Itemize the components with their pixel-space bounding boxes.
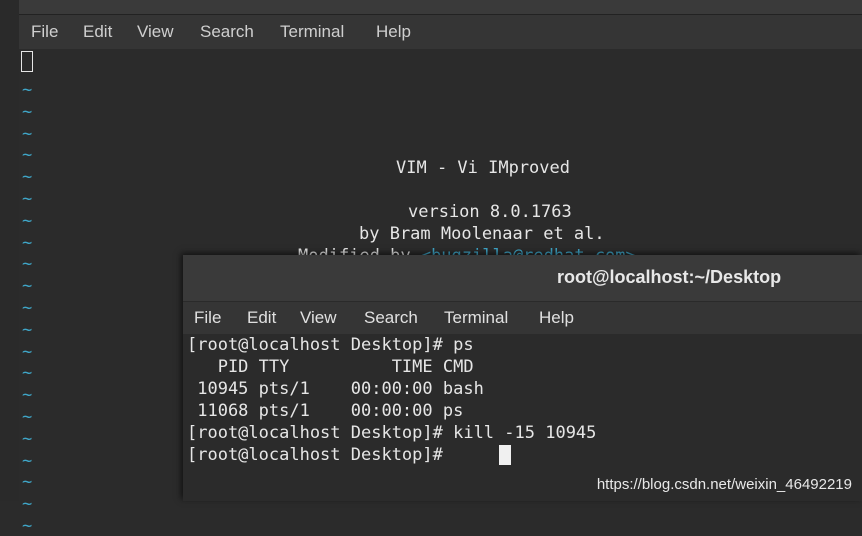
menu-help[interactable]: Help <box>539 302 574 334</box>
back-menu-edit[interactable]: Edit <box>83 15 112 49</box>
terminal-line: PID TTY TIME CMD <box>187 357 474 377</box>
terminal-line: [root@localhost Desktop]# ps <box>187 335 474 355</box>
vim-tilde: ~ <box>22 232 33 253</box>
front-menubar: File Edit View Search Terminal Help <box>183 302 862 334</box>
back-menu-help[interactable]: Help <box>376 15 411 49</box>
vim-tilde: ~ <box>22 189 33 209</box>
back-menu-terminal[interactable]: Terminal <box>280 15 344 49</box>
back-window-titlebar[interactable] <box>19 0 862 15</box>
window-title: root@localhost:~/Desktop <box>557 267 782 287</box>
vim-tilde: ~ <box>22 516 33 536</box>
vim-author: by Bram Moolenaar et al. <box>359 224 605 244</box>
terminal-line: 11068 pts/1 00:00:00 ps <box>187 401 464 421</box>
vim-cursor <box>21 51 33 72</box>
vim-tilde: ~ <box>22 407 33 427</box>
vim-tilde: ~ <box>22 298 33 318</box>
vim-tilde: ~ <box>22 385 33 406</box>
desktop-left-edge <box>0 0 19 501</box>
back-menubar: File Edit View Search Terminal Help <box>19 15 862 49</box>
terminal-cursor <box>499 445 511 465</box>
terminal-prompt: [root@localhost Desktop]# <box>187 445 454 465</box>
vim-tilde: ~ <box>22 145 33 166</box>
vim-title: VIM - Vi IMproved <box>396 158 570 178</box>
menu-edit[interactable]: Edit <box>247 302 276 334</box>
vim-tilde: ~ <box>22 101 33 122</box>
vim-tilde: ~ <box>22 341 33 362</box>
vim-version: version 8.0.1763 <box>408 202 572 222</box>
back-menu-search[interactable]: Search <box>200 15 254 49</box>
menu-view[interactable]: View <box>300 302 337 334</box>
back-menu-file[interactable]: File <box>31 15 58 49</box>
vim-tilde: ~ <box>22 210 33 231</box>
terminal-line: 10945 pts/1 00:00:00 bash <box>187 379 484 399</box>
vim-tilde: ~ <box>22 167 33 188</box>
vim-tilde: ~ <box>22 472 33 493</box>
front-window-titlebar[interactable]: root@localhost:~/Desktop <box>183 255 862 302</box>
vim-tilde: ~ <box>22 494 33 515</box>
watermark: https://blog.csdn.net/weixin_46492219 <box>596 476 852 493</box>
vim-tilde: ~ <box>22 319 33 340</box>
vim-tilde: ~ <box>22 428 33 449</box>
vim-tilde: ~ <box>22 450 33 471</box>
menu-search[interactable]: Search <box>364 302 418 334</box>
vim-tilde: ~ <box>22 363 33 384</box>
menu-file[interactable]: File <box>194 302 221 334</box>
vim-tilde: ~ <box>22 80 33 100</box>
back-menu-view[interactable]: View <box>137 15 174 49</box>
vim-tilde: ~ <box>22 123 33 144</box>
front-terminal-window[interactable]: root@localhost:~/Desktop File Edit View … <box>183 255 862 501</box>
terminal-line: [root@localhost Desktop]# kill -15 10945 <box>187 423 597 443</box>
menu-terminal[interactable]: Terminal <box>444 302 508 334</box>
vim-tilde: ~ <box>22 276 33 297</box>
vim-tilde: ~ <box>22 254 33 275</box>
